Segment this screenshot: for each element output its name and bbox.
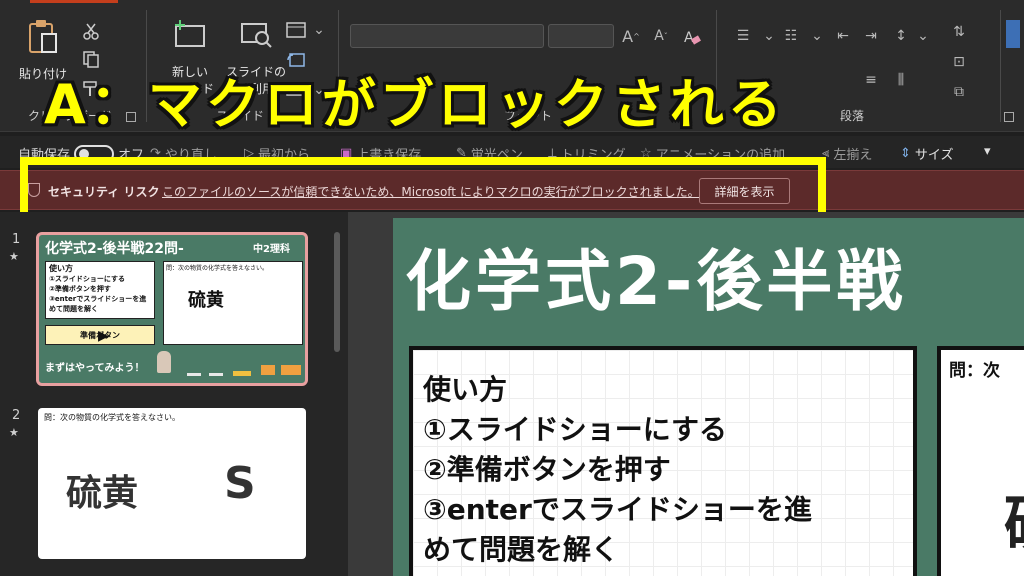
- howto-line: ②準備ボタンを押す: [423, 453, 671, 486]
- font-name-combo[interactable]: [350, 24, 544, 48]
- block-decoration: [261, 365, 275, 375]
- slide1-howto-text: 使い方 ①スライドショーにする ②準備ボタンを押す ③enterでスライドショー…: [46, 262, 154, 316]
- howto-line: ②準備ボタンを押す: [49, 285, 111, 293]
- paragraph-launcher-icon[interactable]: [1004, 112, 1014, 122]
- slide1-bottom-text: まずはやってみよう！: [45, 363, 145, 374]
- reuse-slides-icon: [241, 23, 272, 48]
- group-divider: [1000, 10, 1001, 122]
- line-decoration: [187, 373, 201, 376]
- current-slide[interactable]: 化学式2-後半戦 使い方 ①スライドショーにする ②準備ボタンを押す ③ente…: [393, 218, 1024, 576]
- size-label: サイズ: [914, 148, 954, 163]
- powerpoint-window: 貼り付け クリップボード 新しい スライド スライドの 再利用 ⌄ ⌄ スライド…: [0, 0, 1024, 576]
- slide2-symbol: S: [224, 458, 256, 509]
- slide-title[interactable]: 化学式2-後半戦: [405, 228, 906, 324]
- grow-font-icon[interactable]: A ^: [618, 26, 644, 46]
- thumbnails-scrollbar[interactable]: [334, 232, 340, 352]
- smartart-icon[interactable]: ⧉: [946, 82, 972, 102]
- slide2-answer: 硫黄: [66, 473, 139, 514]
- animation-star-icon: ★: [9, 250, 19, 263]
- animation-star-icon: ★: [9, 426, 19, 439]
- active-tab-indicator: [30, 0, 118, 3]
- slide-number: 2: [12, 408, 21, 423]
- block-decoration: [281, 365, 301, 375]
- font-size-combo[interactable]: [548, 24, 614, 48]
- qat-more-icon[interactable]: ▾: [984, 144, 991, 159]
- numbering-dropdown-icon[interactable]: ⌄: [804, 26, 830, 46]
- slide-thumbnail-2[interactable]: 問：次の物質の化学式を答えなさい。 硫黄 S: [38, 408, 306, 559]
- slide1-howto-box: 使い方 ①スライドショーにする ②準備ボタンを押す ③enterでスライドショー…: [45, 261, 155, 319]
- layout-icon[interactable]: [286, 22, 306, 38]
- size-button[interactable]: ⇕ サイズ: [900, 144, 954, 163]
- howto-text: 使い方 ①スライドショーにする ②準備ボタンを押す ③enterでスライドショー…: [423, 370, 812, 570]
- howto-line: ①スライドショーにする: [49, 275, 125, 283]
- slide1-ready-button: 準備ボタン ▶: [45, 325, 155, 345]
- align-text-icon[interactable]: ⊡: [946, 52, 972, 72]
- slide-thumbnail-1[interactable]: 化学式2-後半戦22問- 中2理科 使い方 ①スライドショーにする ②準備ボタン…: [36, 232, 308, 386]
- block-decoration: [233, 371, 251, 376]
- howto-line: めて問題を解く: [423, 533, 620, 566]
- howto-line: ③enterでスライドショーを進: [423, 493, 812, 526]
- slide2-question: 問：次の物質の化学式を答えなさい。: [44, 413, 180, 422]
- slide1-answer: 硫黄: [188, 290, 224, 311]
- numbering-icon[interactable]: ☷: [778, 26, 804, 46]
- overlay-caption: A：マクロがブロックされる: [44, 73, 786, 136]
- slide1-question-box: 問：次の物質の化学式を答えなさい。 硫黄: [163, 261, 303, 345]
- svg-text:A: A: [684, 30, 694, 46]
- howto-line: ①スライドショーにする: [423, 413, 727, 446]
- layout-dropdown-icon[interactable]: ⌄: [306, 20, 332, 40]
- slide-number: 1: [12, 232, 21, 247]
- character-illustration: [157, 351, 171, 373]
- paragraph-group-label: 段落: [840, 109, 865, 123]
- slide1-subject-tag: 中2理科: [253, 244, 290, 255]
- align-left-button[interactable]: ⫷ 左揃え: [822, 144, 872, 163]
- increase-indent-icon[interactable]: ⇥: [858, 26, 884, 46]
- slide1-question: 問：次の物質の化学式を答えなさい。: [166, 265, 269, 272]
- text-direction-icon[interactable]: ⇅: [946, 22, 972, 42]
- line-decoration: [209, 373, 223, 376]
- decrease-indent-icon[interactable]: ⇤: [830, 26, 856, 46]
- clear-format-icon[interactable]: A: [682, 28, 702, 46]
- bullets-icon[interactable]: ☰: [730, 26, 756, 46]
- size-icon: ⇕: [900, 146, 911, 161]
- answer-fragment: 硫: [1004, 476, 1024, 563]
- cursor-icon: ▶: [98, 328, 109, 344]
- howto-line: ③enterでスライドショーを進: [49, 295, 147, 303]
- columns-icon[interactable]: ⫼: [888, 70, 914, 90]
- shrink-font-icon[interactable]: Aˇ: [648, 26, 674, 46]
- line-spacing-dropdown-icon[interactable]: ⌄: [910, 26, 936, 46]
- howto-card[interactable]: 使い方 ①スライドショーにする ②準備ボタンを押す ③enterでスライドショー…: [409, 346, 917, 576]
- cut-icon[interactable]: [82, 22, 100, 40]
- howto-line: 使い方: [49, 264, 73, 273]
- align-label: 左揃え: [833, 148, 873, 163]
- howto-line: めて問題を解く: [49, 305, 98, 313]
- howto-line: 使い方: [423, 373, 508, 406]
- slide1-title: 化学式2-後半戦22問-: [45, 241, 184, 257]
- paste-icon: [29, 20, 57, 53]
- drawing-icon[interactable]: [1006, 20, 1020, 48]
- new-slide-icon: [175, 20, 205, 47]
- question-text: 問：次: [949, 361, 1000, 381]
- justify-icon[interactable]: ≡: [858, 70, 884, 90]
